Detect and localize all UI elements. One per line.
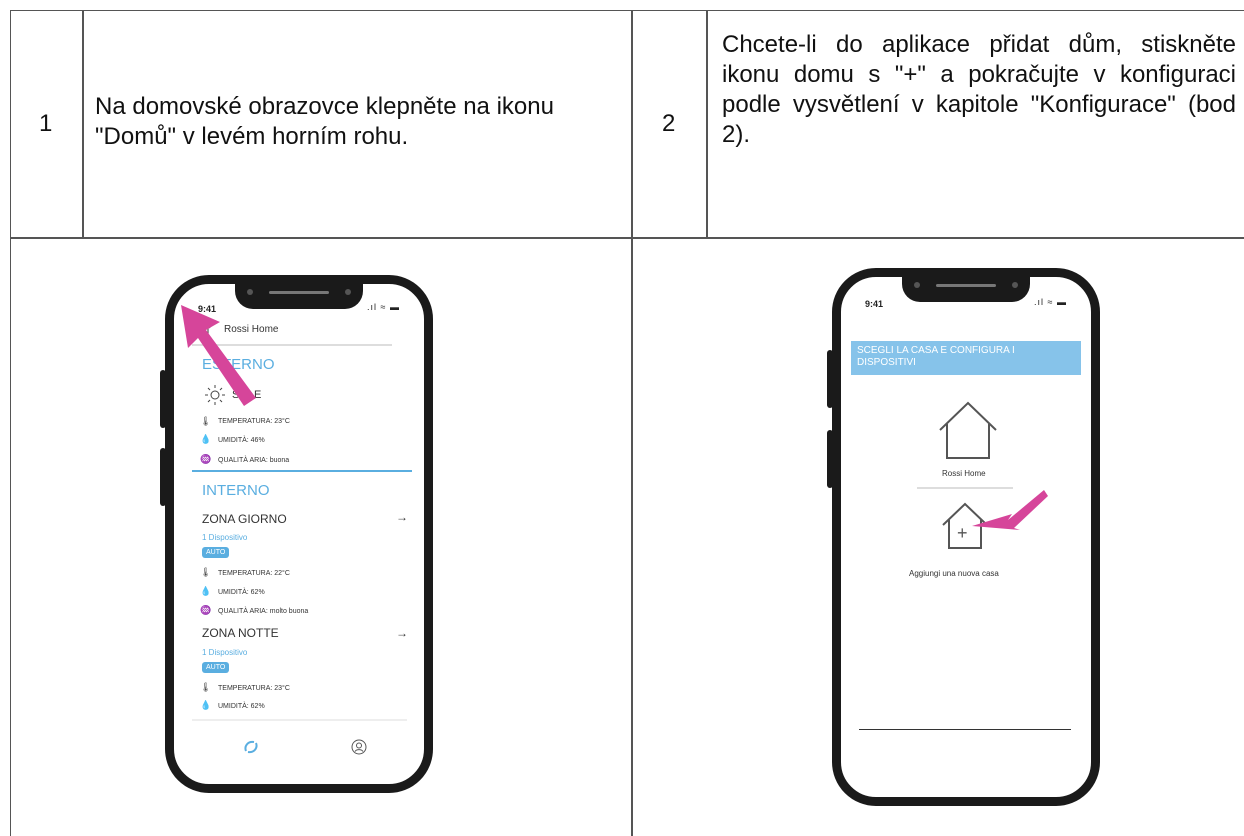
step-2-text: Chcete-li do aplikace přidat dům, stiskn… bbox=[722, 31, 1236, 148]
table-col-divider bbox=[82, 10, 84, 238]
add-house-label[interactable]: Aggiungi una nuova casa bbox=[909, 569, 999, 578]
zone-air: QUALITÀ ARIA: molto buona bbox=[218, 608, 309, 615]
pointer-arrow bbox=[972, 490, 1048, 530]
plus-icon[interactable]: + bbox=[957, 523, 968, 544]
ext-humidity: UMIDITÀ: 46% bbox=[218, 437, 265, 444]
phone-notch bbox=[902, 276, 1030, 302]
thermometer-icon: 🌡 bbox=[200, 567, 212, 577]
step-2-number: 2 bbox=[662, 110, 676, 137]
thermometer-icon: 🌡 bbox=[200, 682, 212, 692]
status-time: 9:41 bbox=[865, 299, 884, 309]
zone-humidity: UMIDITÀ: 62% bbox=[218, 703, 265, 710]
mode-badge[interactable]: AUTO bbox=[202, 547, 230, 558]
zone-arrow-icon[interactable]: → bbox=[396, 510, 408, 524]
table-col-divider bbox=[706, 10, 708, 238]
ext-air: QUALITÀ ARIA: buona bbox=[218, 457, 290, 464]
zone-devices: 1 Dispositivo bbox=[202, 648, 248, 657]
drop-icon: 💧 bbox=[200, 434, 212, 444]
drop-icon: 💧 bbox=[200, 700, 212, 710]
profile-icon[interactable] bbox=[350, 738, 368, 756]
status-icons: .ıl ≈ ▬ bbox=[1034, 297, 1067, 307]
zone-temperature: TEMPERATURA: 23°C bbox=[218, 685, 290, 692]
internal-title: INTERNO bbox=[202, 482, 270, 499]
house-icon[interactable] bbox=[937, 399, 999, 461]
zone-temperature: TEMPERATURA: 22°C bbox=[218, 570, 290, 577]
choose-house-banner: SCEGLI LA CASA E CONFIGURA I DISPOSITIVI bbox=[851, 341, 1081, 375]
pointer-arrow bbox=[181, 305, 256, 406]
step-1-text: Na domovské obrazovce klepněte na ikonu … bbox=[95, 93, 554, 150]
house-label[interactable]: Rossi Home bbox=[942, 469, 986, 478]
section-divider bbox=[192, 470, 412, 472]
zone-name[interactable]: ZONA NOTTE bbox=[202, 626, 279, 640]
step-1-number: 1 bbox=[39, 110, 53, 137]
bottom-nav-divider bbox=[192, 719, 407, 721]
mode-badge[interactable]: AUTO bbox=[202, 662, 230, 673]
zone-humidity: UMIDITÀ: 62% bbox=[218, 589, 265, 596]
zone-arrow-icon[interactable]: → bbox=[396, 626, 408, 640]
table-col-divider bbox=[631, 10, 633, 836]
zone-devices: 1 Dispositivo bbox=[202, 533, 248, 542]
thermometer-icon: 🌡 bbox=[200, 416, 212, 426]
phone-mockup-right: 9:41 .ıl ≈ ▬ SCEGLI LA CASA E CONFIGURA … bbox=[832, 268, 1100, 806]
air-quality-icon: ♒ bbox=[200, 605, 212, 615]
ext-temperature: TEMPERATURA: 23°C bbox=[218, 418, 290, 425]
sync-icon[interactable] bbox=[242, 738, 260, 756]
status-icons: .ıl ≈ ▬ bbox=[367, 302, 400, 312]
table-row-divider bbox=[10, 237, 1244, 239]
bottom-divider bbox=[859, 729, 1071, 730]
drop-icon: 💧 bbox=[200, 586, 212, 596]
air-quality-icon: ♒ bbox=[200, 454, 212, 464]
zone-name[interactable]: ZONA GIORNO bbox=[202, 512, 287, 526]
